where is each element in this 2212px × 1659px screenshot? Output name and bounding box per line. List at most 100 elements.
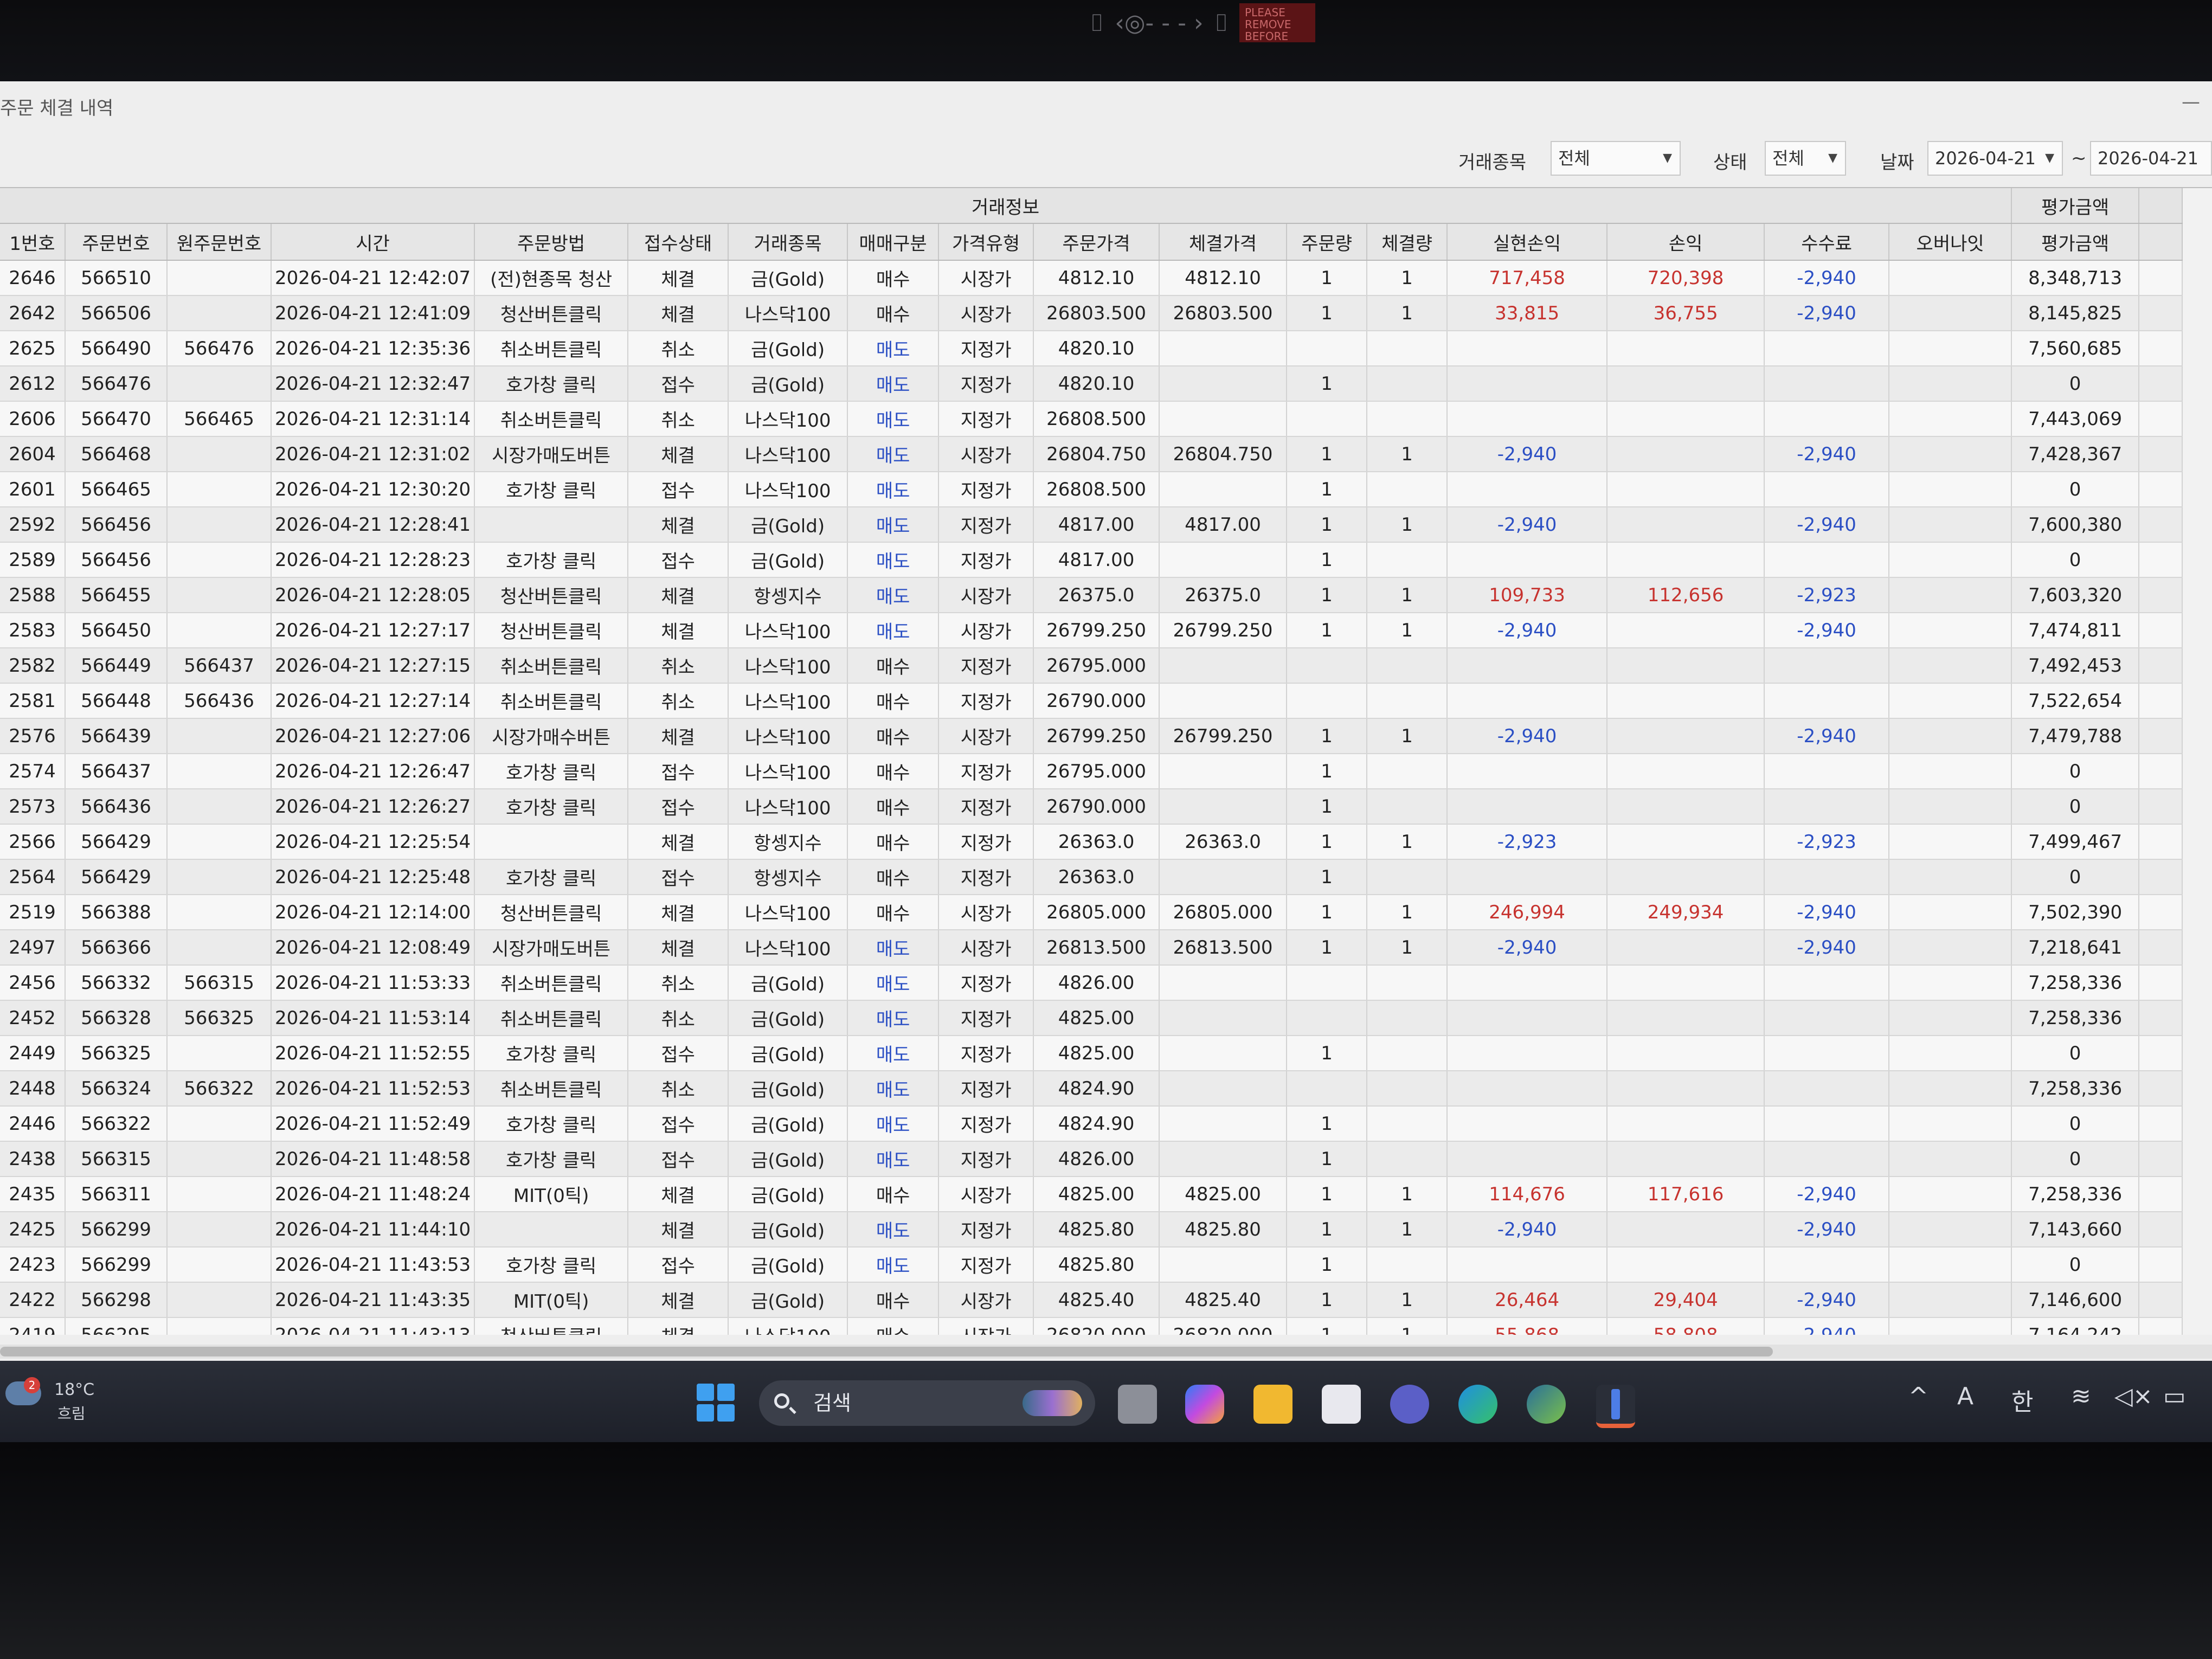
table-row[interactable]: 2589 566456 2026-04-21 12:28:23 호가창 클릭 접수 금(G… [0,542,2183,578]
table-cell [1889,577,2012,613]
table-row[interactable]: 2576 566439 2026-04-21 12:27:06 시장가매수버튼 체결 나스… [0,718,2183,754]
table-cell: 26803.500 [1033,295,1160,331]
weather-widget[interactable]: 2 18°C 흐림 [5,1377,114,1426]
battery-icon[interactable]: ▭ [2163,1382,2186,1410]
table-cell: 체결 [628,895,729,930]
table-row[interactable]: 2646 566510 2026-04-21 12:42:07 (전)현종목 청산 체결… [0,260,2183,296]
column-header[interactable]: 체결가격 [1159,223,1288,261]
table-row[interactable]: 2438 566315 2026-04-21 11:48:58 호가창 클릭 접수 금(G… [0,1141,2183,1177]
column-header[interactable]: 1번호 [0,223,66,261]
table-cell: 매수 [847,1176,940,1212]
speaker-muted-icon[interactable]: ◁× [2114,1382,2153,1410]
column-header[interactable]: 거래종목 [728,223,848,261]
table-cell: 매도 [847,1106,940,1142]
horizontal-scrollbar[interactable] [0,1345,2212,1359]
status-filter-select[interactable]: 전체 ▼ [1765,141,1846,176]
table-row[interactable]: 2642 566506 2026-04-21 12:41:09 청산버튼클릭 체결 나스닥… [0,295,2183,331]
column-header[interactable]: 주문가격 [1033,223,1160,261]
start-button[interactable] [697,1384,735,1422]
table-cell: MIT(0틱) [474,1282,629,1318]
table-cell-extra [2139,1317,2183,1335]
table-row[interactable]: 2606 566470 566465 2026-04-21 12:31:14 취소버튼클… [0,401,2183,437]
table-row[interactable]: 2452 566328 566325 2026-04-21 11:53:14 취소버튼클… [0,1000,2183,1036]
table-row[interactable]: 2581 566448 566436 2026-04-21 12:27:14 취소버튼클… [0,683,2183,719]
table-row[interactable]: 2582 566449 566437 2026-04-21 12:27:15 취소버튼클… [0,648,2183,684]
table-cell-extra [2139,930,2183,966]
table-cell: 나스닥100 [728,401,848,437]
table-cell [1159,965,1288,1001]
table-row[interactable]: 2604 566468 2026-04-21 12:31:02 시장가매도버튼 체결 나스… [0,436,2183,472]
column-header[interactable]: 가격유형 [938,223,1034,261]
symbol-filter-select[interactable]: 전체 ▼ [1551,141,1681,176]
table-row[interactable]: 2446 566322 2026-04-21 11:52:49 호가창 클릭 접수 금(G… [0,1106,2183,1142]
column-header[interactable]: 주문번호 [65,223,168,261]
column-header[interactable]: 평가금액 [2011,223,2140,261]
app-icon[interactable] [1527,1385,1566,1424]
table-row[interactable]: 2497 566366 2026-04-21 12:08:49 시장가매도버튼 체결 나스… [0,930,2183,966]
trading-app-icon[interactable] [1596,1385,1635,1428]
tray-ime-indicator[interactable]: 한 [2011,1382,2033,1417]
order-history-table-container[interactable]: 거래정보 평가금액 1번호 주문번호 원주문번호 시간 주문방법 접수상태 거래종목 매매구분… [0,187,2212,1335]
column-header[interactable]: 주문방법 [474,223,629,261]
table-cell [1889,895,2012,930]
column-header[interactable]: 수수료 [1764,223,1890,261]
table-row[interactable]: 2449 566325 2026-04-21 11:52:55 호가창 클릭 접수 금(G… [0,1036,2183,1071]
table-row[interactable]: 2425 566299 2026-04-21 11:44:10 체결 금(Gold) 매도… [0,1212,2183,1248]
table-row[interactable]: 2564 566429 2026-04-21 12:25:48 호가창 클릭 접수 항셍지… [0,859,2183,895]
table-row[interactable]: 2419566295 2026-04-21 11:43:13청산버튼클릭체결나스닥… [0,1317,2183,1335]
wifi-icon[interactable]: ≋ [2071,1382,2091,1410]
table-row[interactable]: 2625 566490 566476 2026-04-21 12:35:36 취소버튼클… [0,331,2183,366]
tray-chevron-up-icon[interactable]: ^ [1908,1382,1928,1410]
group-header-trade-info: 거래정보 [0,188,2012,224]
column-header[interactable]: 오버나잇 [1889,223,2012,261]
column-header[interactable]: 손익 [1607,223,1765,261]
store-icon[interactable] [1322,1385,1361,1424]
task-view-icon[interactable] [1118,1385,1157,1424]
column-header[interactable]: 체결량 [1367,223,1448,261]
table-cell: 0 [2011,1247,2140,1283]
taskbar-search[interactable]: 검색 [759,1380,1095,1426]
table-row[interactable]: 2566 566429 2026-04-21 12:25:54 체결 항셍지수 매수 지정가… [0,824,2183,860]
table-row[interactable]: 2588 566455 2026-04-21 12:28:05 청산버튼클릭 체결 항셍지… [0,577,2183,613]
table-row[interactable]: 2601 566465 2026-04-21 12:30:20 호가창 클릭 접수 나스닥… [0,472,2183,507]
column-header[interactable]: 주문량 [1287,223,1368,261]
column-header[interactable]: 매매구분 [847,223,940,261]
table-cell: 체결 [628,1212,729,1248]
window-title: 주문 체결 내역 [0,98,114,119]
table-cell: 취소 [628,401,729,437]
table-cell [1889,718,2012,754]
copilot-icon[interactable] [1185,1385,1224,1424]
table-row[interactable]: 2573 566436 2026-04-21 12:26:27 호가창 클릭 접수 나스닥… [0,789,2183,825]
teams-icon[interactable] [1390,1385,1429,1424]
table-row[interactable]: 2612 566476 2026-04-21 12:32:47 호가창 클릭 접수 금(G… [0,366,2183,402]
column-header[interactable]: 실현손익 [1447,223,1608,261]
table-cell: -2,940 [1764,295,1890,331]
column-header[interactable]: 원주문번호 [167,223,272,261]
date-to-picker[interactable]: 2026-04-21 [2090,141,2212,176]
table-row[interactable]: 2574 566437 2026-04-21 12:26:47 호가창 클릭 접수 나스닥… [0,754,2183,789]
table-cell [1607,1036,1765,1071]
table-cell: -2,940 [1764,507,1890,543]
scrollbar-thumb[interactable] [0,1347,1773,1356]
table-row[interactable]: 2519 566388 2026-04-21 12:14:00 청산버튼클릭 체결 나스닥… [0,895,2183,930]
table-row[interactable]: 2583 566450 2026-04-21 12:27:17 청산버튼클릭 체결 나스닥… [0,613,2183,648]
table-row[interactable]: 2435 566311 2026-04-21 11:48:24 MIT(0틱) 체결 금(… [0,1176,2183,1212]
table-cell: 1 [1367,930,1448,966]
table-cell: 1 [1367,613,1448,648]
column-header[interactable]: 시간 [271,223,475,261]
table-row[interactable]: 2456 566332 566315 2026-04-21 11:53:33 취소버튼클… [0,965,2183,1001]
tray-font-indicator[interactable]: A [1957,1382,1973,1410]
minimize-button[interactable]: — [2182,91,2201,113]
file-explorer-icon[interactable] [1253,1385,1293,1424]
table-row[interactable]: 2448 566324 566322 2026-04-21 11:52:53 취소버튼클… [0,1071,2183,1107]
edge-icon[interactable] [1458,1385,1497,1424]
table-cell: 시장가 [938,1176,1034,1212]
table-row[interactable]: 2422 566298 2026-04-21 11:43:35 MIT(0틱) 체결 금(… [0,1282,2183,1318]
table-cell [1447,366,1608,402]
table-cell: 0 [2011,859,2140,895]
table-row[interactable]: 2592 566456 2026-04-21 12:28:41 체결 금(Gold) 매도… [0,507,2183,543]
date-from-picker[interactable]: 2026-04-21 ▼ [1927,141,2063,176]
column-header[interactable]: 접수상태 [628,223,729,261]
table-row[interactable]: 2423 566299 2026-04-21 11:43:53 호가창 클릭 접수 금(G… [0,1247,2183,1283]
table-cell-extra [2139,1212,2183,1248]
